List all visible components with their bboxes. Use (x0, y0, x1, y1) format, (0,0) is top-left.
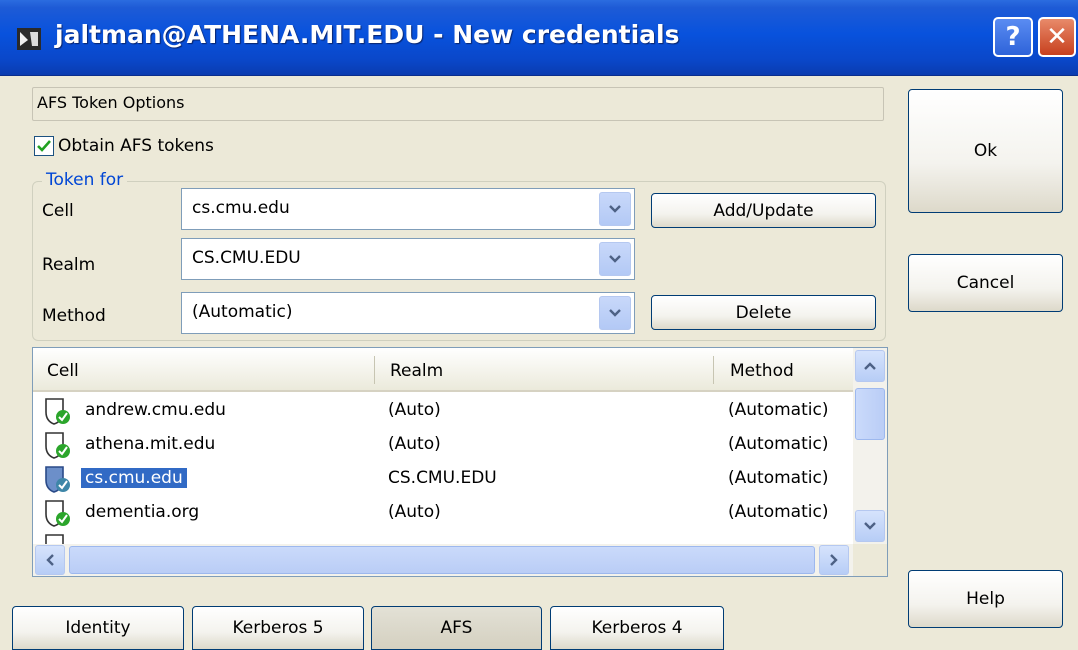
token-row[interactable]: athena.mit.edu (Auto) (Automatic) (33, 428, 853, 462)
token-row-selected[interactable]: cs.cmu.edu CS.CMU.EDU (Automatic) (33, 462, 853, 496)
token-list-header: Cell Realm Method (33, 348, 853, 392)
chevron-down-icon (609, 205, 621, 213)
help-label: Help (966, 589, 1005, 609)
obtain-tokens-checkbox[interactable] (34, 136, 54, 156)
close-icon: ✕ (1046, 22, 1068, 52)
cancel-button[interactable]: Cancel (908, 254, 1063, 312)
method-combobox[interactable]: (Automatic) (181, 292, 635, 334)
credentials-app-icon (17, 28, 41, 50)
tab-identity[interactable]: Identity (12, 606, 184, 650)
chevron-down-icon (609, 255, 621, 263)
window-title: jaltman@ATHENA.MIT.EDU - New credentials (55, 20, 680, 49)
row-realm: (Auto) (388, 400, 441, 420)
delete-label: Delete (735, 302, 792, 323)
title-bar[interactable]: jaltman@ATHENA.MIT.EDU - New credentials… (0, 0, 1078, 76)
tab-label: Identity (65, 618, 131, 638)
cancel-label: Cancel (956, 273, 1015, 293)
realm-value: CS.CMU.EDU (192, 248, 301, 268)
afs-section-header: AFS Token Options (32, 87, 884, 121)
row-method: (Automatic) (728, 434, 829, 454)
token-list[interactable]: Cell Realm Method andrew.cmu.edu (Auto) … (32, 347, 888, 577)
tab-afs[interactable]: AFS (371, 606, 542, 650)
method-dropdown-button[interactable] (599, 296, 631, 330)
ok-button[interactable]: Ok (908, 89, 1063, 213)
afs-token-shield-icon (45, 432, 70, 459)
afs-token-shield-icon (45, 398, 70, 425)
vertical-scroll-thumb[interactable] (855, 388, 885, 440)
horizontal-scroll-thumb[interactable] (69, 546, 815, 574)
afs-token-shield-icon (45, 500, 70, 527)
scroll-down-button[interactable] (855, 510, 885, 542)
tab-kerberos-4[interactable]: Kerberos 4 (550, 606, 724, 650)
add-update-label: Add/Update (713, 200, 814, 221)
afs-token-shield-icon (45, 466, 70, 493)
delete-button[interactable]: Delete (651, 295, 876, 330)
token-row[interactable]: dementia.org (Auto) (Automatic) (33, 496, 853, 530)
help-button[interactable]: Help (908, 570, 1063, 628)
chevron-down-icon (864, 522, 876, 530)
ok-label: Ok (973, 141, 998, 161)
afs-section-title: AFS Token Options (37, 93, 185, 112)
chevron-down-icon (609, 309, 621, 317)
row-cell: cs.cmu.edu (81, 468, 187, 488)
new-credentials-window: jaltman@ATHENA.MIT.EDU - New credentials… (0, 0, 1078, 650)
row-cell: dementia.org (85, 502, 200, 522)
method-label: Method (42, 306, 106, 326)
tab-label: Kerberos 5 (232, 618, 324, 638)
realm-label: Realm (42, 255, 96, 275)
column-header-method[interactable]: Method (730, 361, 794, 381)
chevron-right-icon (830, 554, 838, 566)
realm-dropdown-button[interactable] (599, 242, 631, 276)
chevron-left-icon (46, 554, 54, 566)
scroll-right-button[interactable] (819, 545, 849, 575)
tab-label: AFS (440, 618, 473, 638)
token-for-legend: Token for (42, 170, 128, 190)
cell-dropdown-button[interactable] (599, 192, 631, 226)
question-icon: ? (1005, 22, 1021, 52)
vertical-scrollbar[interactable] (853, 348, 887, 544)
cell-label: Cell (42, 201, 74, 221)
obtain-tokens-checkbox-row[interactable]: Obtain AFS tokens (34, 133, 214, 159)
scrollbar-corner (853, 544, 887, 576)
checkmark-icon (37, 140, 51, 152)
title-help-button[interactable]: ? (993, 17, 1033, 57)
tab-label: Kerberos 4 (591, 618, 683, 638)
column-header-cell[interactable]: Cell (47, 361, 79, 381)
obtain-tokens-label: Obtain AFS tokens (58, 136, 214, 156)
row-method: (Automatic) (728, 400, 829, 420)
scroll-left-button[interactable] (35, 545, 65, 575)
realm-combobox[interactable]: CS.CMU.EDU (181, 238, 635, 280)
title-close-button[interactable]: ✕ (1038, 17, 1076, 57)
token-row[interactable]: andrew.cmu.edu (Auto) (Automatic) (33, 394, 853, 428)
row-method: (Automatic) (728, 468, 829, 488)
scroll-up-button[interactable] (855, 350, 885, 382)
method-value: (Automatic) (192, 302, 293, 322)
row-cell: athena.mit.edu (85, 434, 216, 454)
row-realm: CS.CMU.EDU (388, 468, 497, 488)
row-method: (Automatic) (728, 502, 829, 522)
chevron-up-icon (864, 362, 876, 370)
tab-kerberos-5[interactable]: Kerberos 5 (192, 606, 364, 650)
row-realm: (Auto) (388, 502, 441, 522)
add-update-button[interactable]: Add/Update (651, 193, 876, 228)
column-header-realm[interactable]: Realm (390, 361, 443, 381)
row-realm: (Auto) (388, 434, 441, 454)
cell-value: cs.cmu.edu (192, 198, 290, 218)
row-cell: andrew.cmu.edu (85, 400, 226, 420)
cell-combobox[interactable]: cs.cmu.edu (181, 188, 635, 230)
column-divider[interactable] (374, 356, 375, 384)
horizontal-scrollbar[interactable] (33, 544, 853, 576)
column-divider[interactable] (713, 356, 714, 384)
